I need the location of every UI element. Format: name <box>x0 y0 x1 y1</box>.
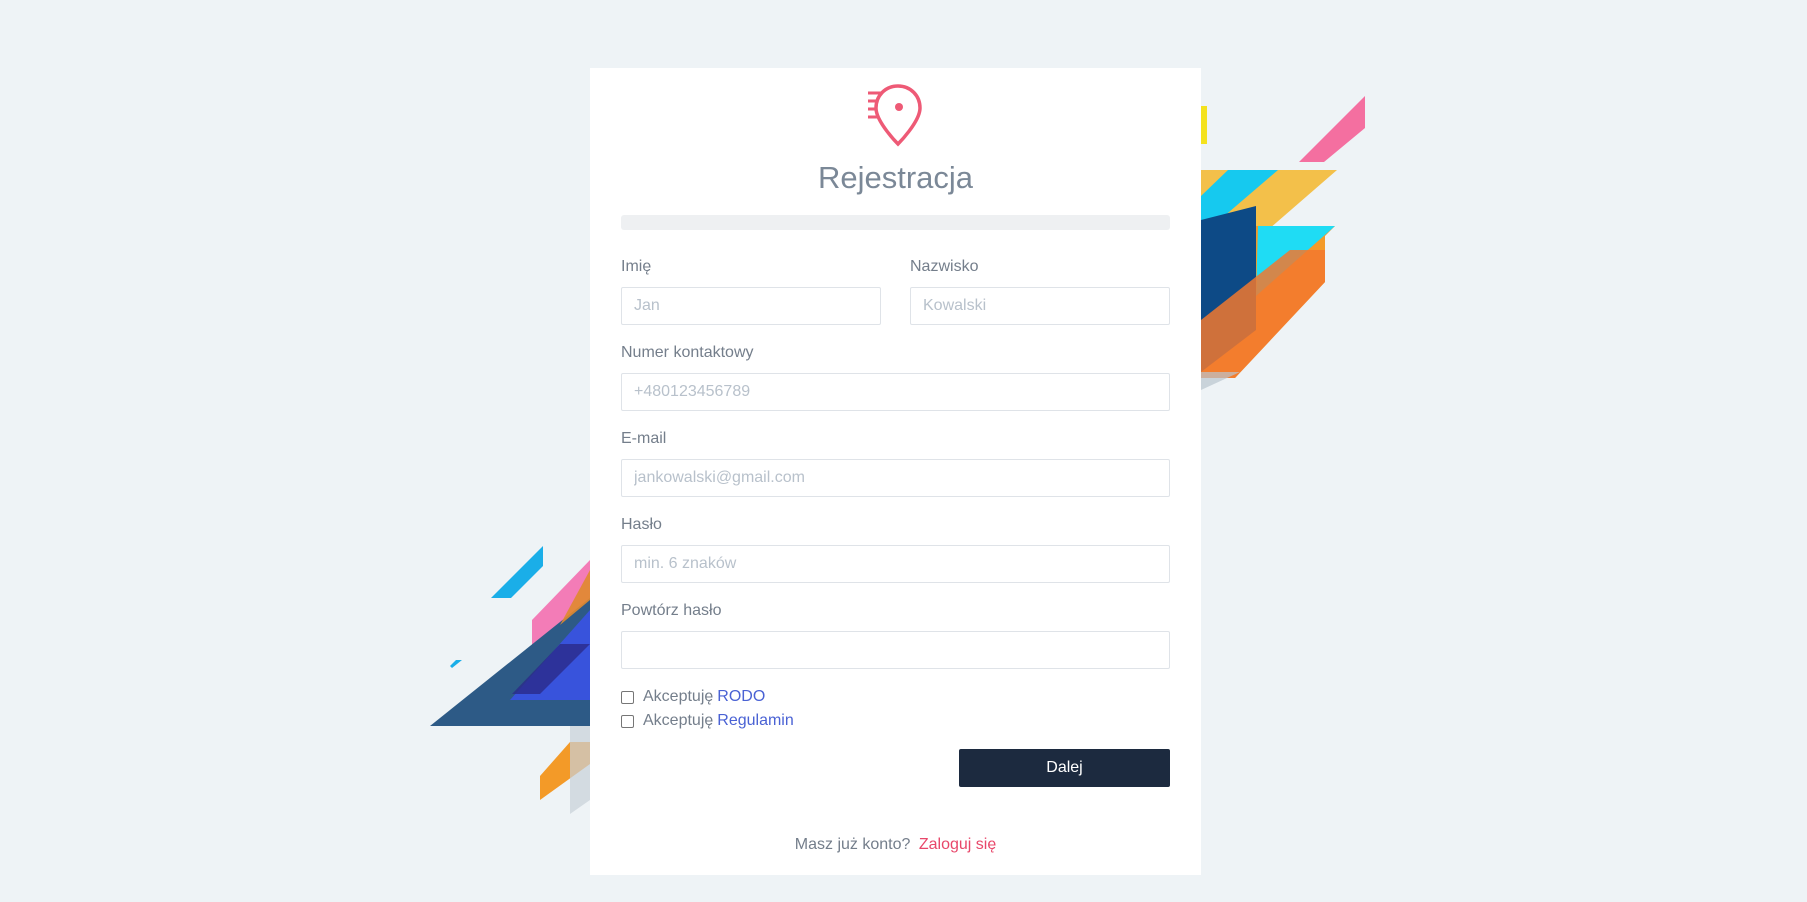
terms-link[interactable]: Regulamin <box>717 712 793 730</box>
map-pin-speed-icon <box>868 84 922 147</box>
first-name-input[interactable] <box>621 287 881 325</box>
login-prompt: Masz już konto? Zaloguj się <box>590 836 1201 854</box>
consent-rodo-prefix: Akceptuję <box>643 688 714 705</box>
consent-terms-prefix: Akceptuję <box>643 712 714 729</box>
phone-input[interactable] <box>621 373 1170 411</box>
password-repeat-input[interactable] <box>621 631 1170 669</box>
page-title: Rejestracja <box>817 160 974 195</box>
deco-shape <box>1299 96 1365 162</box>
rodo-link[interactable]: RODO <box>717 688 765 706</box>
registration-page: Rejestracja Imię Nazwisko Numer kontakto… <box>0 0 1807 902</box>
next-button[interactable]: Dalej <box>959 749 1170 787</box>
last-name-input[interactable] <box>910 287 1170 325</box>
phone-label: Numer kontaktowy <box>621 344 754 361</box>
consent-terms-checkbox[interactable] <box>621 714 634 728</box>
first-name-label: Imię <box>621 258 652 275</box>
deco-shape <box>450 660 462 668</box>
password-label: Hasło <box>621 516 662 533</box>
email-label: E-mail <box>621 430 667 447</box>
login-prompt-text: Masz już konto? <box>794 836 911 853</box>
deco-shape <box>570 726 590 814</box>
deco-shape <box>1201 106 1207 144</box>
login-link[interactable]: Zaloguj się <box>919 836 996 853</box>
password-repeat-label: Powtórz hasło <box>621 602 722 619</box>
consent-terms-row: Akceptuję Regulamin <box>621 712 794 730</box>
consent-rodo-checkbox[interactable] <box>621 690 634 704</box>
last-name-label: Nazwisko <box>910 258 979 275</box>
password-input[interactable] <box>621 545 1170 583</box>
deco-shape <box>491 546 543 598</box>
email-input[interactable] <box>621 459 1170 497</box>
consent-rodo-row: Akceptuję RODO <box>621 688 765 706</box>
registration-progress-bar <box>621 215 1170 230</box>
